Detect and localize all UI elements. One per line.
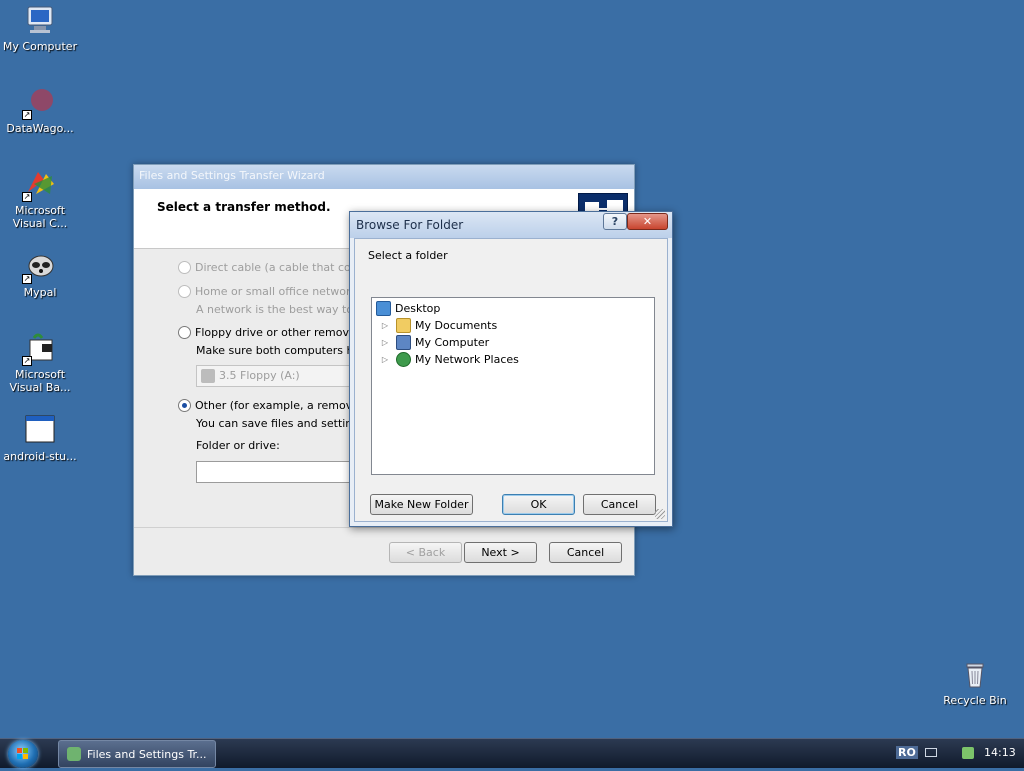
taskbar-button-label: Files and Settings Tr... [87, 747, 207, 761]
help-button[interactable]: ? [603, 213, 627, 230]
radio-label: Home or small office network [195, 285, 357, 298]
home-network-description: A network is the best way to tra [196, 303, 373, 316]
visual-basic-icon: ↗ [22, 332, 56, 366]
desktop-icon [376, 301, 391, 316]
browse-title: Browse For Folder [356, 218, 464, 232]
tree-item-label: My Network Places [415, 353, 519, 366]
radio-direct-cable[interactable]: Direct cable (a cable that conne [178, 261, 371, 274]
radio-label: Direct cable (a cable that conne [195, 261, 372, 274]
ok-button[interactable]: OK [502, 494, 575, 515]
desktop-icon-my-computer[interactable]: My Computer [0, 4, 80, 53]
keyboard-icon[interactable] [925, 748, 937, 757]
wizard-header-title: Select a transfer method. [157, 200, 331, 214]
visual-c-icon: ↗ [22, 168, 56, 202]
other-description: You can save files and settings t [196, 417, 373, 430]
radio-button[interactable] [178, 399, 191, 412]
desktop-icon-visual-c[interactable]: ↗ Microsoft Visual C... [0, 168, 80, 230]
computer-icon [396, 335, 411, 350]
language-indicator[interactable]: RO [896, 746, 918, 759]
my-computer-icon [24, 4, 56, 36]
tree-item-my-network-places[interactable]: ▷ My Network Places [380, 352, 519, 367]
browse-for-folder-dialog: Browse For Folder ? ✕ Select a folder De… [349, 211, 673, 527]
expand-arrow-icon[interactable]: ▷ [380, 338, 390, 348]
radio-button[interactable] [178, 326, 191, 339]
network-icon [396, 352, 411, 367]
desktop-icon-label: Recycle Bin [943, 694, 1007, 707]
next-button[interactable]: Next > [464, 542, 537, 563]
browse-instruction: Select a folder [368, 249, 448, 262]
wizard-footer: < Back Next > Cancel [134, 527, 634, 575]
shortcut-arrow-icon: ↗ [22, 356, 32, 366]
recycle-bin-icon [959, 658, 991, 690]
browse-content: Select a folder Desktop ▷ My Documents ▷… [354, 238, 668, 522]
floppy-drive-select[interactable]: 3.5 Floppy (A:) [196, 365, 356, 387]
desktop-icon-android-studio[interactable]: android-stu... [0, 414, 80, 463]
browse-cancel-button[interactable]: Cancel [583, 494, 656, 515]
start-button[interactable] [8, 740, 38, 768]
floppy-description: Make sure both computers have [196, 344, 374, 357]
desktop-icon-datawagon[interactable]: ↗ DataWago... [0, 86, 80, 135]
tree-item-desktop[interactable]: Desktop [376, 301, 440, 316]
android-studio-icon [24, 414, 56, 446]
mypal-icon: ↗ [22, 250, 56, 284]
network-tray-icon[interactable] [962, 747, 974, 759]
browse-title-bar[interactable]: Browse For Folder ? ✕ [350, 212, 672, 238]
folder-or-drive-input[interactable] [196, 461, 356, 483]
make-new-folder-button[interactable]: Make New Folder [370, 494, 473, 515]
desktop-icon-visual-basic[interactable]: ↗ Microsoft Visual Ba... [0, 332, 80, 394]
desktop-icon-label: DataWago... [6, 122, 74, 135]
shortcut-arrow-icon: ↗ [22, 274, 32, 284]
tree-item-label: Desktop [395, 302, 441, 315]
desktop-icon-label: android-stu... [3, 450, 77, 463]
close-button[interactable]: ✕ [627, 213, 668, 230]
tree-item-my-computer[interactable]: ▷ My Computer [380, 335, 489, 350]
expand-arrow-icon[interactable]: ▷ [380, 355, 390, 365]
desktop-icon-label: Mypal [23, 286, 57, 299]
floppy-drive-value: 3.5 Floppy (A:) [219, 369, 300, 382]
back-button[interactable]: < Back [389, 542, 462, 563]
tree-item-my-documents[interactable]: ▷ My Documents [380, 318, 497, 333]
windows-logo-icon [17, 748, 28, 759]
folder-icon [396, 318, 411, 333]
floppy-drive-icon [201, 369, 215, 383]
transfer-wizard-icon [67, 747, 81, 761]
expand-arrow-icon[interactable]: ▷ [380, 321, 390, 331]
clock[interactable]: 14:13 [984, 746, 1016, 759]
datawagon-icon: ↗ [22, 86, 56, 120]
shortcut-arrow-icon: ↗ [22, 192, 32, 202]
wizard-title: Files and Settings Transfer Wizard [139, 169, 325, 182]
cancel-button[interactable]: Cancel [549, 542, 622, 563]
desktop-icon-mypal[interactable]: ↗ Mypal [0, 250, 80, 299]
taskbar-button-transfer-wizard[interactable]: Files and Settings Tr... [58, 740, 216, 768]
shortcut-arrow-icon: ↗ [22, 110, 32, 120]
taskbar: Files and Settings Tr... RO 14:13 [0, 738, 1024, 768]
wizard-title-bar[interactable]: Files and Settings Transfer Wizard [134, 165, 634, 189]
desktop-icon-label: Microsoft Visual C... [12, 204, 68, 230]
folder-or-drive-label: Folder or drive: [196, 439, 280, 452]
resize-grip[interactable] [655, 509, 665, 519]
radio-home-network[interactable]: Home or small office network [178, 285, 357, 298]
desktop-icon-label: Microsoft Visual Ba... [9, 368, 71, 394]
folder-tree[interactable]: Desktop ▷ My Documents ▷ My Computer ▷ M… [371, 297, 655, 475]
radio-button[interactable] [178, 285, 191, 298]
desktop-icon-recycle-bin[interactable]: Recycle Bin [935, 658, 1015, 707]
tree-item-label: My Documents [415, 319, 498, 332]
desktop-icon-label: My Computer [2, 40, 78, 53]
radio-button[interactable] [178, 261, 191, 274]
tree-item-label: My Computer [415, 336, 490, 349]
